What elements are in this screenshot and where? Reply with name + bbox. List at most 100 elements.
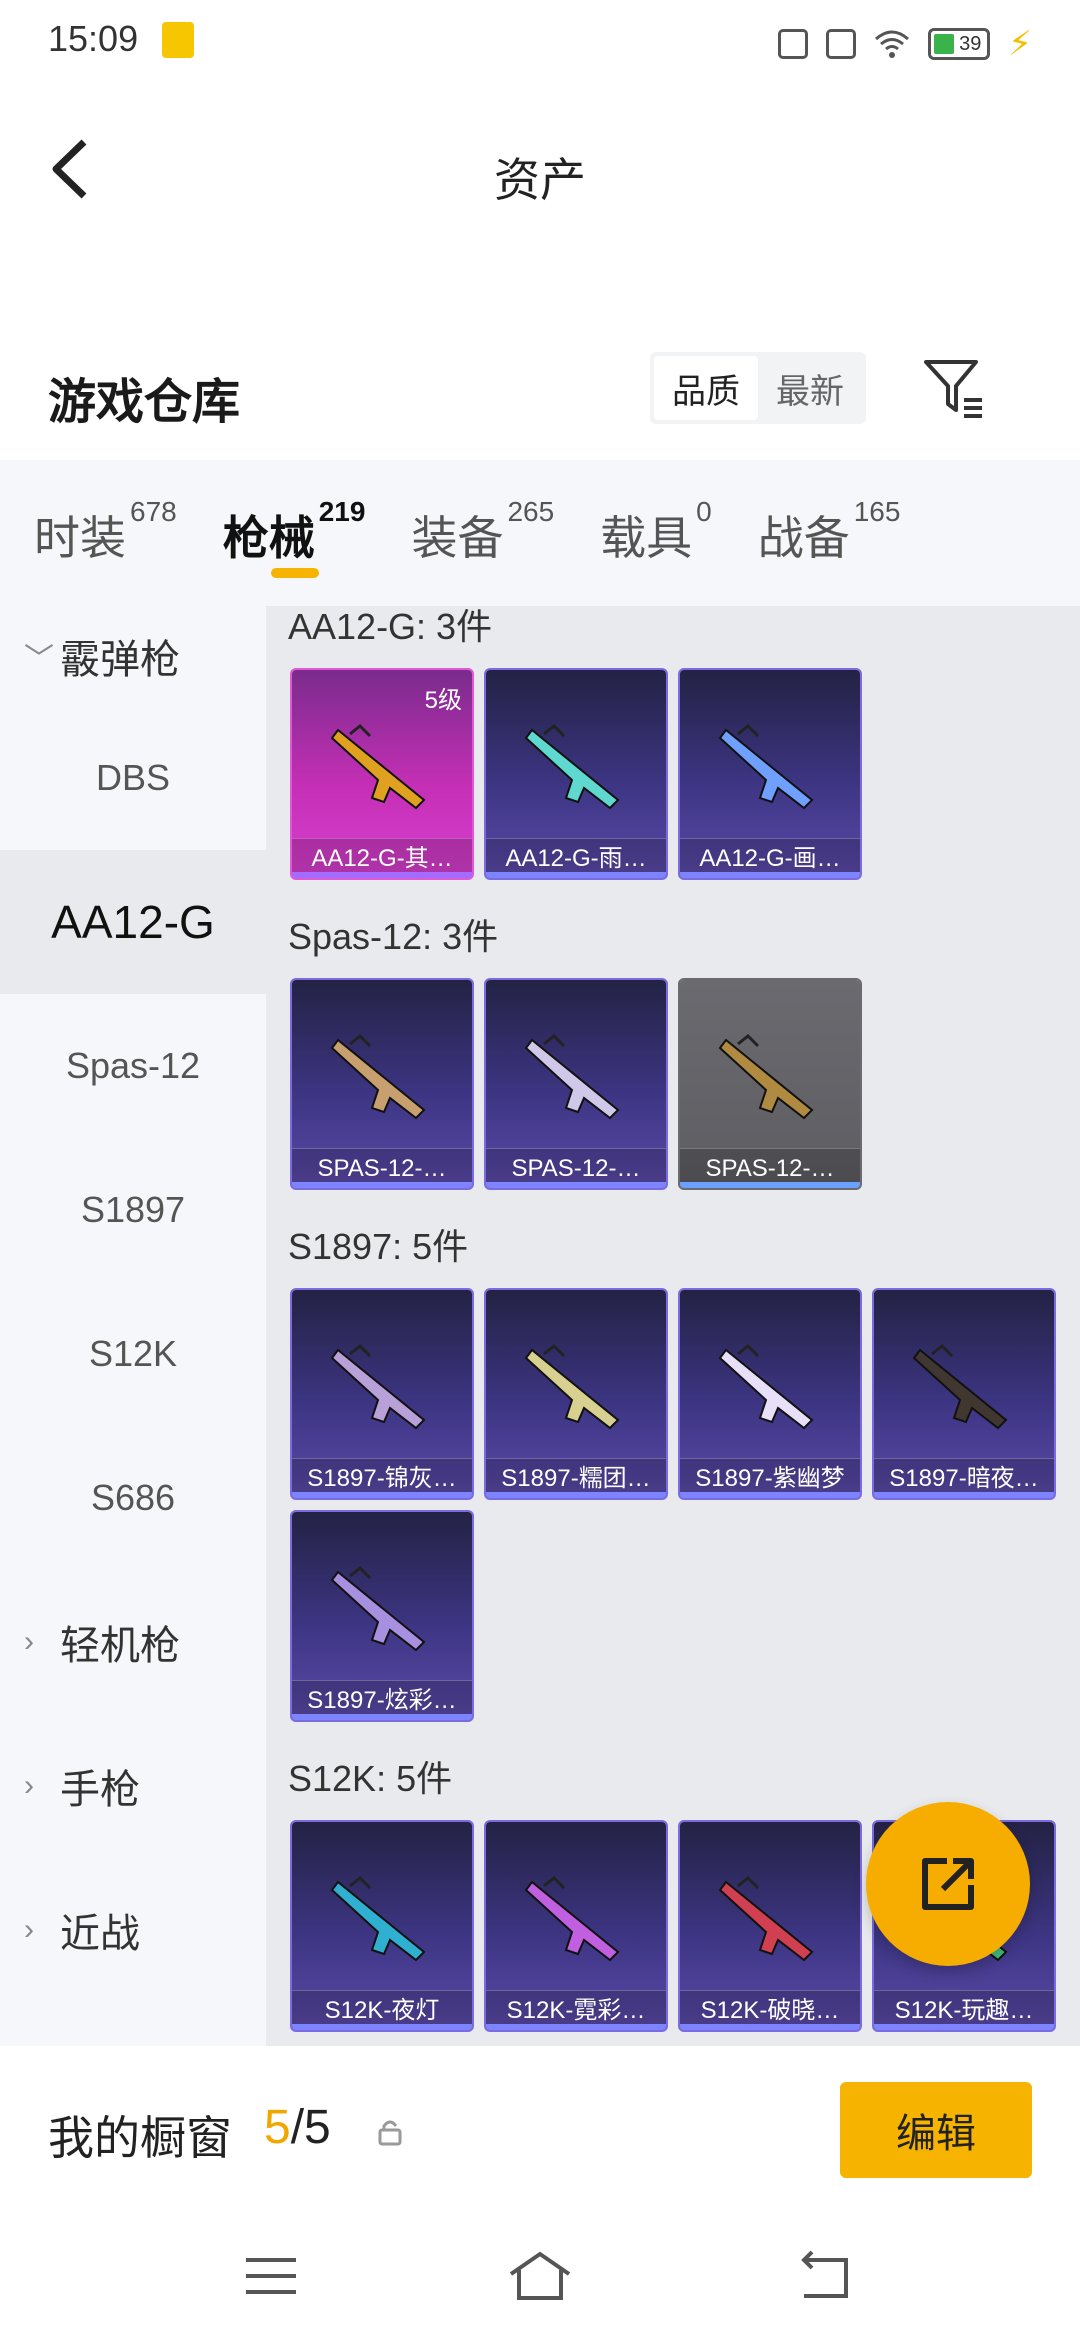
weapon-name: S12K-夜灯 [292,1990,472,2030]
sidebar-item-dbs[interactable]: DBS [0,706,266,850]
wifi-icon [875,30,910,58]
tab-equipment[interactable]: 装备265 [411,460,554,606]
sim-icon [826,29,857,59]
weapon-skin-icon [330,1565,426,1652]
home-icon[interactable] [505,2246,575,2306]
sidebar-group-pistol[interactable]: › 手枪 [0,1714,266,1858]
tab-count: 678 [130,496,177,527]
battery-icon: 39 [928,28,991,60]
weapon-card[interactable]: SPAS-12-… [290,978,474,1190]
category-tabs: 时装678 枪械219 装备265 载具0 战备165 [0,460,1080,606]
sidebar-group-label: 霰弹枪 [60,638,180,682]
weapon-name: AA12-G-画… [680,838,860,878]
weapon-card[interactable]: S1897-炫彩… [290,1510,474,1722]
weapon-name: S12K-玩趣… [874,1990,1054,2030]
tab-vehicles[interactable]: 载具0 [600,460,712,606]
weapon-name: S1897-糯团… [486,1458,666,1498]
tab-label: 载具 [600,512,693,564]
showcase-label: 我的橱窗 [48,2112,232,2164]
tab-weapons[interactable]: 枪械219 [222,460,366,606]
weapon-skin-icon [330,1875,426,1962]
sidebar-group-lmg[interactable]: › 轻机枪 [0,1570,266,1714]
lock-icon [378,2120,402,2146]
chevron-right-icon: › [24,1769,34,1802]
showcase-current: 5 [264,2101,291,2154]
weapon-name: AA12-G-其… [292,838,472,878]
app-notification-icon [162,22,194,58]
back-nav-icon[interactable] [790,2246,860,2306]
status-bar: 15:09 39 ⚡ [0,0,1080,84]
showcase-bar: 我的橱窗 5/5 编辑 [0,2046,1080,2216]
weapon-name: AA12-G-雨… [486,838,666,878]
weapon-skin-icon [718,1875,814,1962]
sort-quality-option[interactable]: 品质 [654,356,758,420]
sidebar-item-s12k[interactable]: S12K [0,1282,266,1426]
battery-level: 39 [959,33,982,55]
sidebar-group-label: 近战 [60,1912,140,1956]
weapon-card[interactable]: S12K-破晓… [678,1820,862,2032]
sidebar-item-spas12[interactable]: Spas-12 [0,994,266,1138]
share-button[interactable] [866,1802,1030,1966]
weapon-card[interactable]: 5级 AA12-G-其… [290,668,474,880]
weapon-name: S1897-锦灰… [292,1458,472,1498]
sort-toggle: 品质 最新 [650,352,866,424]
weapon-skin-icon [330,723,426,810]
weapon-card[interactable]: SPAS-12-… [484,978,668,1190]
weapon-name: S12K-破晓… [680,1990,860,2030]
warehouse-title: 游戏仓库 [48,376,241,429]
weapon-type-sidebar: ﹀ 霰弹枪 DBS AA12-G Spas-12 S1897 S12K S686 … [0,606,266,2046]
tab-label: 枪械 [222,512,315,564]
weapon-skin-icon [524,1875,620,1962]
tab-count: 219 [318,496,366,527]
section-title: S1897: 5件 [288,1226,469,1267]
weapon-skin-icon [524,1033,620,1120]
weapon-card[interactable]: AA12-G-雨… [484,668,668,880]
edit-button[interactable]: 编辑 [840,2082,1032,2178]
weapon-card[interactable]: S12K-霓彩… [484,1820,668,2032]
weapon-name: S12K-霓彩… [486,1990,666,2030]
tab-count: 265 [507,496,555,527]
showcase-total: /5 [290,2101,331,2154]
sidebar-item-s686[interactable]: S686 [0,1426,266,1570]
chevron-right-icon: › [24,1913,34,1946]
sort-newest-option[interactable]: 最新 [758,356,862,420]
sidebar-group-shotgun[interactable]: ﹀ 霰弹枪 [0,606,266,706]
section-title: AA12-G: 3件 [288,606,493,647]
chevron-right-icon: › [24,1625,34,1658]
weapon-card[interactable]: S1897-锦灰… [290,1288,474,1500]
sidebar-item-aa12g[interactable]: AA12-G [0,850,266,994]
tab-supplies[interactable]: 战备165 [758,460,901,606]
weapon-name: SPAS-12-… [680,1148,860,1188]
weapon-skin-icon [718,1033,814,1120]
weapon-name: SPAS-12-… [486,1148,666,1188]
weapon-card[interactable]: S1897-糯团… [484,1288,668,1500]
system-icons: 39 ⚡ [778,24,1032,64]
weapon-skin-icon [524,1343,620,1430]
weapon-skin-icon [718,723,814,810]
sidebar-group-melee[interactable]: › 近战 [0,1858,266,2002]
weapon-name: S1897-炫彩… [292,1680,472,1720]
weapon-card[interactable]: AA12-G-画… [678,668,862,880]
weapon-card[interactable]: S1897-紫幽梦 [678,1288,862,1500]
menu-icon[interactable] [236,2246,306,2306]
tab-label: 战备 [757,512,850,564]
sidebar-group-label: 手枪 [60,1768,140,1812]
tab-label: 装备 [411,512,504,564]
weapon-skin-icon [912,1343,1008,1430]
weapon-card[interactable]: S1897-暗夜… [872,1288,1056,1500]
weapon-skin-icon [718,1343,814,1430]
tab-count: 165 [853,496,901,527]
weapon-card[interactable]: S12K-夜灯 [290,1820,474,2032]
charging-icon: ⚡ [1008,25,1032,63]
tab-fashion[interactable]: 时装678 [34,460,177,606]
page-title: 资产 [494,154,586,206]
filter-icon[interactable] [920,354,986,420]
sidebar-item-s1897[interactable]: S1897 [0,1138,266,1282]
chevron-down-icon: ﹀ [24,643,54,676]
weapon-card[interactable]: SPAS-12-… [678,978,862,1190]
weapon-name: S1897-紫幽梦 [680,1458,860,1498]
weapon-name: S1897-暗夜… [874,1458,1054,1498]
skin-level-badge: 5级 [424,687,462,714]
section-title: Spas-12: 3件 [288,916,499,957]
share-icon [922,1858,974,1910]
